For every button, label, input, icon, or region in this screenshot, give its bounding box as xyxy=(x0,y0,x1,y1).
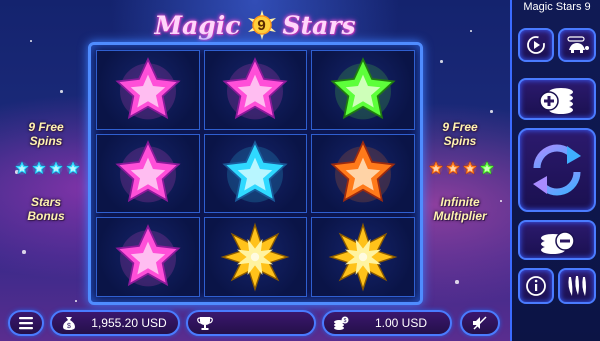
hamburger-menu-icon xyxy=(19,317,33,330)
orange-star-icon xyxy=(462,160,478,175)
money-bag-icon: $ xyxy=(58,315,80,331)
pink-star-icon xyxy=(115,56,181,120)
pink-star-icon xyxy=(115,224,181,287)
info-icon xyxy=(526,276,546,296)
teal-star-icon xyxy=(14,160,30,175)
gold-burst-icon xyxy=(221,222,290,292)
green-star-icon xyxy=(479,160,495,175)
svg-text:$: $ xyxy=(67,323,71,330)
background-star xyxy=(500,200,502,202)
right-feature-line: Infinite xyxy=(440,195,480,209)
logo-word-stars: Stars xyxy=(282,10,356,40)
background-star xyxy=(470,30,472,32)
bet-increase-button[interactable] xyxy=(518,78,596,120)
teal-star-icon xyxy=(65,160,81,175)
pink-star-icon xyxy=(222,56,289,120)
teal-star-icon xyxy=(222,140,289,203)
control-panel: Magic Stars 9 xyxy=(510,0,600,341)
reel-cell xyxy=(203,217,308,297)
background-star xyxy=(440,60,443,63)
teal-star-icon xyxy=(31,160,47,175)
left-feature-symbols xyxy=(14,160,81,176)
volatility-button[interactable] xyxy=(558,268,596,304)
svg-text:$: $ xyxy=(344,318,347,324)
reel-cell xyxy=(311,217,415,297)
reel-frame xyxy=(88,42,423,305)
reel-cell xyxy=(311,133,415,214)
background-star xyxy=(455,280,459,284)
autoplay-button[interactable] xyxy=(518,28,554,62)
pink-star-icon xyxy=(115,140,181,203)
orange-star-icon xyxy=(330,140,396,203)
right-feature-line: 9 Free xyxy=(442,120,478,134)
spin-button[interactable] xyxy=(518,128,596,212)
right-feature-symbols xyxy=(428,160,495,176)
reel-cell xyxy=(96,133,200,214)
bet-display[interactable]: $ 1.00 USD xyxy=(322,310,452,336)
right-feature-line: Spins xyxy=(443,134,477,148)
left-feature-title: 9 Free Spins xyxy=(14,120,78,148)
balance-display: $ 1,955.20 USD xyxy=(50,310,180,336)
left-feature-line: Spins xyxy=(29,134,63,148)
sound-muted-icon xyxy=(473,316,487,330)
game-logo: Magic 9 Stars xyxy=(140,6,370,44)
sound-toggle-button[interactable] xyxy=(460,310,500,336)
chili-peppers-icon xyxy=(568,276,586,296)
info-button[interactable] xyxy=(518,268,554,304)
menu-button[interactable] xyxy=(8,310,44,336)
right-feature-title: 9 Free Spins xyxy=(425,120,495,148)
bet-increase-icon xyxy=(539,88,573,114)
left-feature-subtitle: Stars Bonus xyxy=(14,195,78,223)
bet-decrease-icon xyxy=(541,231,575,254)
autoplay-icon xyxy=(527,36,545,54)
background-star xyxy=(490,110,493,113)
gold-burst-icon xyxy=(328,222,398,292)
reel-cell xyxy=(203,133,308,214)
background-star xyxy=(75,300,77,302)
left-feature-line: Bonus xyxy=(27,209,65,223)
turtle-icon xyxy=(567,36,589,53)
teal-star-icon xyxy=(48,160,64,175)
green-star-icon xyxy=(330,56,396,120)
window-title: Magic Stars 9 xyxy=(523,1,591,13)
background-star xyxy=(22,250,26,254)
balance-value: 1,955.20 USD xyxy=(91,316,167,330)
win-display xyxy=(186,310,316,336)
left-feature-line: Stars xyxy=(30,195,62,209)
bet-decrease-button[interactable] xyxy=(518,220,596,260)
logo-nine-badge: 9 xyxy=(247,10,277,40)
trophy-icon xyxy=(194,316,216,330)
reel-cell xyxy=(203,50,308,130)
background-star xyxy=(60,90,63,93)
right-feature-subtitle: Infinite Multiplier xyxy=(422,195,498,223)
reel-cell xyxy=(96,217,200,297)
reel-cell xyxy=(311,50,415,130)
left-feature-line: 9 Free xyxy=(28,120,64,134)
logo-number: 9 xyxy=(257,16,266,34)
bet-value: 1.00 USD xyxy=(374,316,428,330)
orange-star-icon xyxy=(445,160,461,175)
spin-arrows-icon xyxy=(533,144,581,196)
background-star xyxy=(30,40,32,42)
reel-cell xyxy=(96,50,200,130)
right-feature-line: Multiplier xyxy=(433,209,487,223)
orange-star-icon xyxy=(428,160,444,175)
reel-grid xyxy=(96,50,415,297)
coin-stack-icon: $ xyxy=(330,315,352,331)
logo-word-magic: Magic xyxy=(154,10,241,40)
turbo-button[interactable] xyxy=(558,28,596,62)
